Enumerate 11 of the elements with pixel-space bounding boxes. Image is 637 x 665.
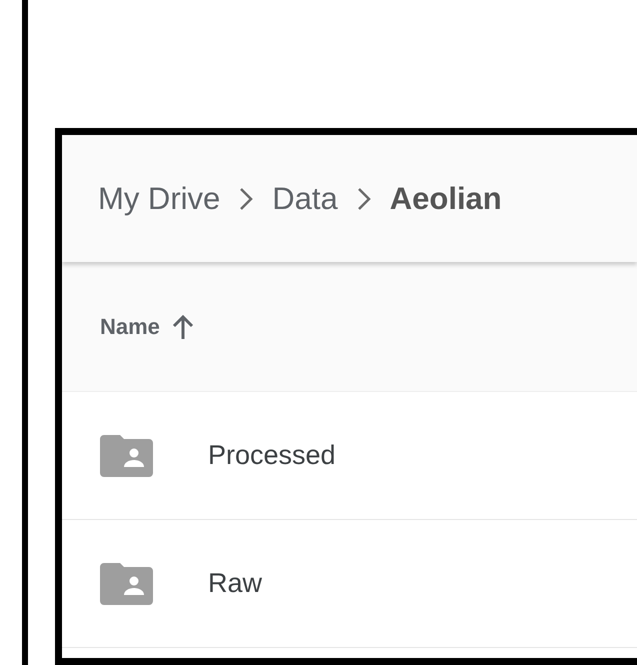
shared-folder-icon xyxy=(100,434,153,476)
chevron-icon xyxy=(238,186,254,212)
breadcrumb-link[interactable]: Data xyxy=(272,180,338,216)
folder-name[interactable]: Raw xyxy=(208,568,262,599)
column-header[interactable]: Name xyxy=(100,314,160,340)
chevron-icon xyxy=(356,186,372,212)
folder-name[interactable]: Processed xyxy=(208,440,336,471)
shared-folder-icon xyxy=(100,562,153,604)
sort-arrow-icon[interactable] xyxy=(172,314,194,340)
breadcrumb-link[interactable]: Aeolian xyxy=(390,180,502,216)
breadcrumb-link[interactable]: My Drive xyxy=(98,180,220,216)
